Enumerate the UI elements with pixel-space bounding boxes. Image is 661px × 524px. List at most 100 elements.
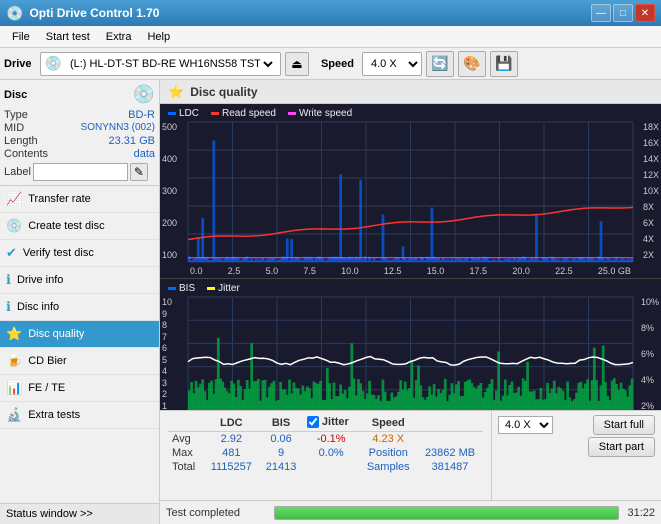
total-label: Total [168, 460, 203, 474]
extra-tests-icon: 🔬 [6, 407, 22, 423]
chart1-y-axis-left: 500 400 300 200 100 [162, 122, 177, 260]
write-speed-legend-dot [288, 112, 296, 115]
chart2-y-axis-right: 10% 8% 6% 4% 2% [641, 297, 659, 410]
speed-dropdown[interactable]: 4.0 X [498, 416, 553, 434]
sidebar-item-verify-test-disc[interactable]: ✔ Verify test disc [0, 240, 159, 267]
max-position-val: 23862 MB [417, 446, 483, 460]
disc-info-panel: Disc 💿 Type BD-R MID SONYNN3 (002) Lengt… [0, 80, 159, 186]
sidebar-item-disc-quality[interactable]: ⭐ Disc quality [0, 321, 159, 348]
progress-bar-fill [275, 507, 618, 519]
chart2-legend: BIS Jitter [168, 283, 240, 294]
speed-select[interactable]: 4.0 X [362, 52, 422, 76]
nav-label-verify-test-disc: Verify test disc [23, 247, 94, 259]
max-jitter: 0.0% [303, 446, 360, 460]
stats-table: LDC BIS Jitter Speed [160, 411, 491, 500]
chart2-y-axis-left: 10 9 8 7 6 5 4 3 2 1 [162, 297, 172, 410]
disc-header-label: Disc [4, 89, 27, 101]
charts-area: LDC Read speed Write speed 18X 16X 14X [160, 104, 661, 410]
read-speed-legend-label: Read speed [222, 108, 276, 119]
sidebar-item-drive-info[interactable]: ℹ Drive info [0, 267, 159, 294]
eject-button[interactable]: ⏏ [285, 52, 309, 76]
jitter-legend-dot [207, 287, 215, 290]
jitter-checkbox[interactable] [307, 416, 319, 428]
cd-bier-icon: 🍺 [6, 353, 22, 369]
bis-legend-label: BIS [179, 283, 195, 294]
chart-bis: BIS Jitter 10% 8% 6% 4% 2% 10 [160, 279, 661, 410]
close-button[interactable]: ✕ [635, 4, 655, 22]
right-content: ⭐ Disc quality LDC Read speed [160, 80, 661, 524]
nav-label-extra-tests: Extra tests [28, 409, 80, 421]
refresh-button[interactable]: 🔄 [426, 51, 454, 77]
contents-label: Contents [4, 148, 48, 160]
main-content: Disc 💿 Type BD-R MID SONYNN3 (002) Lengt… [0, 80, 661, 524]
minimize-button[interactable]: — [591, 4, 611, 22]
avg-empty [417, 432, 483, 447]
ldc-legend-dot [168, 112, 176, 115]
menu-help[interactable]: Help [139, 29, 178, 45]
disc-image-icon: 💿 [133, 84, 155, 105]
save-button[interactable]: 💾 [490, 51, 518, 77]
type-value: BD-R [128, 109, 155, 121]
menu-bar: File Start test Extra Help [0, 26, 661, 48]
avg-label: Avg [168, 432, 203, 447]
max-ldc: 481 [203, 446, 259, 460]
sidebar-item-extra-tests[interactable]: 🔬 Extra tests [0, 402, 159, 429]
sidebar-item-cd-bier[interactable]: 🍺 CD Bier [0, 348, 159, 375]
start-full-button[interactable]: Start full [593, 415, 655, 435]
bottom-bar: Test completed 31:22 [160, 500, 661, 524]
disc-quality-icon: ⭐ [6, 326, 22, 342]
avg-ldc: 2.92 [203, 432, 259, 447]
col-empty-header [417, 415, 483, 432]
drive-label: Drive [4, 58, 32, 70]
nav-label-create-test-disc: Create test disc [28, 220, 104, 232]
bis-legend-dot [168, 287, 176, 290]
table-row-total: Total 1115257 21413 Samples 381487 [168, 460, 483, 474]
chart-ldc: LDC Read speed Write speed 18X 16X 14X [160, 104, 661, 279]
label-input[interactable] [33, 163, 128, 181]
start-part-button[interactable]: Start part [588, 437, 655, 457]
chart1-y-axis-right: 18X 16X 14X 12X 10X 8X 6X 4X 2X [643, 122, 659, 260]
sidebar-item-transfer-rate[interactable]: 📈 Transfer rate [0, 186, 159, 213]
fe-te-icon: 📊 [6, 380, 22, 396]
nav-label-cd-bier: CD Bier [28, 355, 67, 367]
avg-speed: 4.23 X [359, 432, 417, 447]
app-icon: 💿 [6, 5, 23, 22]
max-position-label: Position [359, 446, 417, 460]
jitter-legend-label: Jitter [218, 283, 240, 294]
max-label: Max [168, 446, 203, 460]
col-speed-header: Speed [359, 415, 417, 432]
menu-extra[interactable]: Extra [98, 29, 140, 45]
write-speed-legend-label: Write speed [299, 108, 352, 119]
menu-start-test[interactable]: Start test [38, 29, 98, 45]
total-samples-val: 381487 [417, 460, 483, 474]
drive-info-icon: ℹ [6, 272, 11, 288]
total-samples-label: Samples [359, 460, 417, 474]
chart2-svg [160, 279, 661, 410]
label-edit-button[interactable]: ✎ [130, 163, 148, 181]
status-window-button[interactable]: Status window >> [0, 503, 159, 524]
col-jitter-checkbox-header: Jitter [303, 415, 360, 432]
avg-bis: 0.06 [259, 432, 303, 447]
label-label: Label [4, 166, 31, 178]
total-ldc: 1115257 [203, 460, 259, 474]
drive-selector[interactable]: 💿 (L:) HL-DT-ST BD-RE WH16NS58 TST4 [40, 52, 281, 76]
nav-label-disc-quality: Disc quality [28, 328, 84, 340]
total-jitter [303, 460, 360, 474]
drive-dropdown[interactable]: (L:) HL-DT-ST BD-RE WH16NS58 TST4 [66, 57, 276, 71]
total-bis: 21413 [259, 460, 303, 474]
sidebar-item-fe-te[interactable]: 📊 FE / TE [0, 375, 159, 402]
color-button[interactable]: 🎨 [458, 51, 486, 77]
verify-test-disc-icon: ✔ [6, 245, 17, 261]
drive-icon: 💿 [45, 55, 62, 72]
title-bar: 💿 Opti Drive Control 1.70 — □ ✕ [0, 0, 661, 26]
read-speed-legend-dot [211, 112, 219, 115]
maximize-button[interactable]: □ [613, 4, 633, 22]
speed-label: Speed [321, 58, 354, 70]
sidebar-item-create-test-disc[interactable]: 💿 Create test disc [0, 213, 159, 240]
transfer-rate-icon: 📈 [6, 191, 22, 207]
chart1-legend: LDC Read speed Write speed [168, 108, 352, 119]
nav-label-fe-te: FE / TE [28, 382, 65, 394]
progress-bar [274, 506, 619, 520]
sidebar-item-disc-info[interactable]: ℹ Disc info [0, 294, 159, 321]
menu-file[interactable]: File [4, 29, 38, 45]
